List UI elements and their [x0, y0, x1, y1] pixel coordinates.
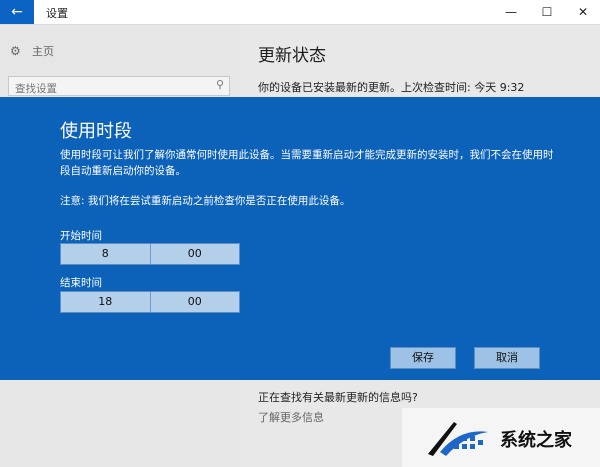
search-icon[interactable]: ⚲ [216, 78, 224, 91]
cancel-button[interactable]: 取消 [474, 347, 540, 369]
maximize-button[interactable]: ☐ [530, 0, 564, 24]
window-title: 设置 [46, 7, 68, 20]
site-logo-icon [428, 422, 488, 456]
learn-more-link[interactable]: 了解更多信息 [258, 409, 324, 425]
end-time-picker[interactable]: 18 00 [60, 291, 240, 313]
sidebar-item-home[interactable]: ⚙ 主页 [10, 43, 54, 59]
title-bar: ← 设置 — ☐ ✕ [0, 0, 600, 25]
dialog-title: 使用时段 [60, 121, 132, 142]
watermark: 系统之家 [402, 408, 600, 467]
gear-icon: ⚙ [10, 44, 21, 58]
update-status-text: 你的设备已安装最新的更新。上次检查时间: 今天 9:32 [258, 81, 525, 94]
watermark-text: 系统之家 [500, 430, 572, 451]
search-box: ⚲ [8, 76, 230, 98]
close-icon: ✕ [577, 5, 589, 19]
back-arrow-icon: ← [11, 4, 23, 20]
search-input[interactable] [9, 80, 205, 98]
minimize-icon: — [505, 5, 517, 19]
active-hours-dialog: 使用时段 使用时段可让我们了解你通常何时使用此设备。当需要重新启动才能完成更新的… [0, 97, 600, 380]
close-button[interactable]: ✕ [566, 0, 600, 24]
save-button[interactable]: 保存 [390, 347, 456, 369]
minimize-button[interactable]: — [494, 0, 528, 24]
dialog-description: 使用时段可让我们了解你通常何时使用此设备。当需要重新启动才能完成更新的安装时，我… [60, 149, 554, 177]
start-time-label: 开始时间 [60, 230, 102, 242]
start-hour-field[interactable]: 8 [61, 244, 150, 264]
more-info-question: 正在查找有关最新更新的信息吗? [258, 391, 418, 404]
end-hour-field[interactable]: 18 [61, 292, 150, 312]
page-title: 更新状态 [258, 46, 326, 66]
back-button[interactable]: ← [0, 0, 34, 24]
end-minute-field[interactable]: 00 [149, 292, 240, 312]
start-minute-field[interactable]: 00 [149, 244, 240, 264]
start-time-picker[interactable]: 8 00 [60, 243, 240, 265]
maximize-icon: ☐ [541, 5, 553, 19]
home-label: 主页 [32, 45, 54, 58]
end-time-label: 结束时间 [60, 277, 102, 289]
dialog-note: 注意: 我们将在尝试重新启动之前检查你是否正在使用此设备。 [60, 195, 351, 207]
